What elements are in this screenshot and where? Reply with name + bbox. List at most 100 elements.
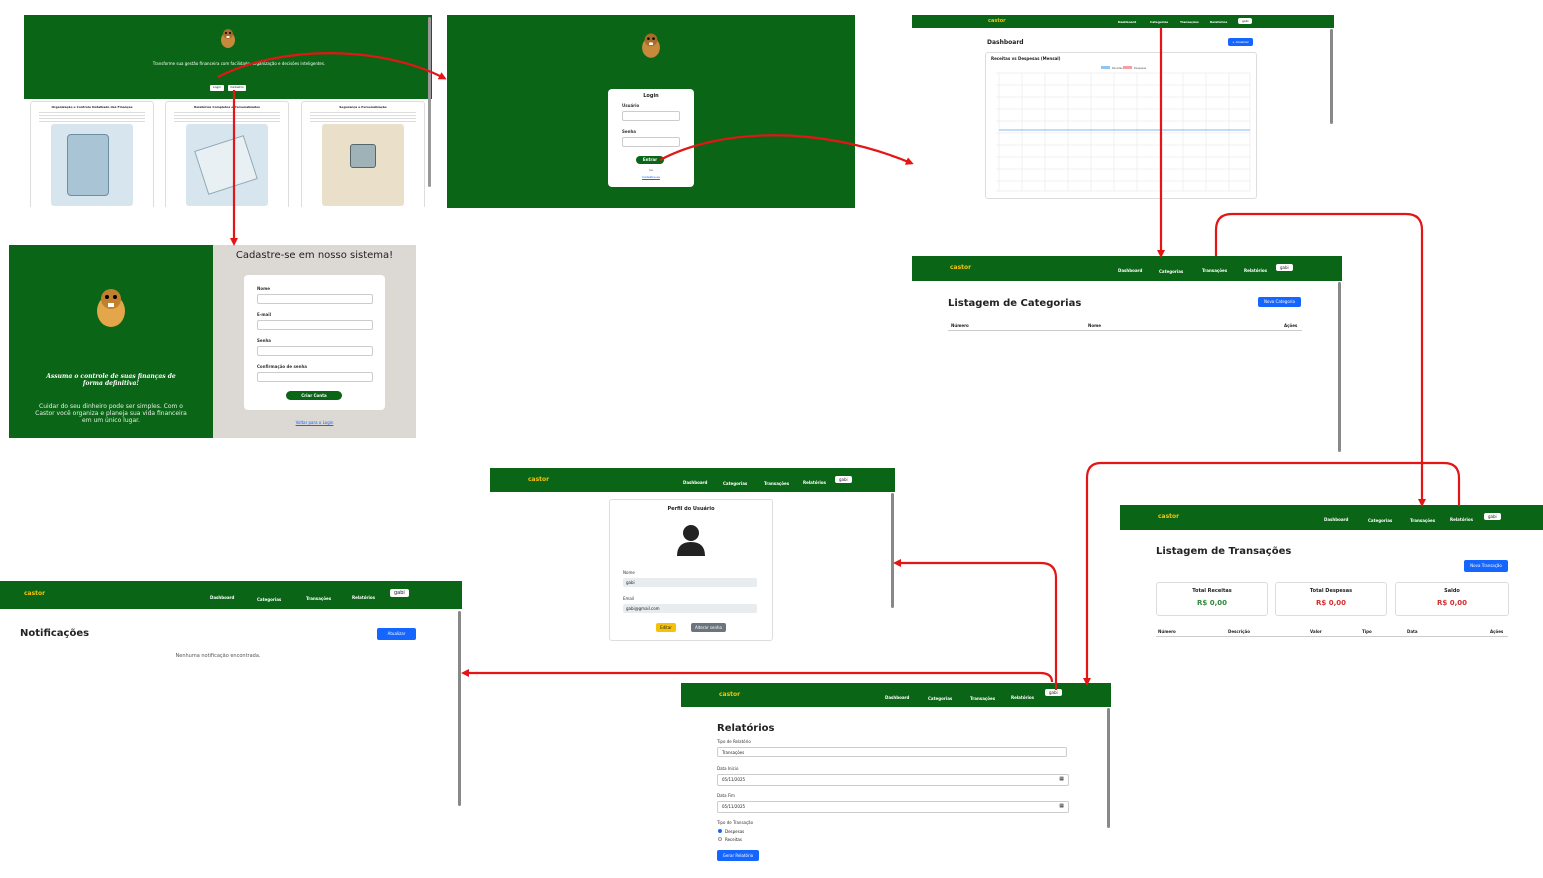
calendar-icon[interactable]: ▦ (1059, 776, 1064, 782)
start-date-input[interactable]: 05/11/2025 ▦ (717, 774, 1069, 786)
nav-relatorios[interactable]: Relatórios (1210, 20, 1227, 24)
new-category-button[interactable]: Nova Categoria (1258, 297, 1301, 307)
nav-relatorios[interactable]: Relatórios (1011, 695, 1034, 700)
empty-notifications-text: Nenhuma notificação encontrada. (175, 653, 261, 659)
nav-transacoes[interactable]: Transações (306, 596, 331, 601)
scrollbar[interactable] (891, 493, 894, 608)
refresh-notifications-button[interactable]: Atualizar (377, 628, 416, 640)
scrollbar[interactable] (1330, 29, 1333, 124)
profile-card: Perfil do Usuário Nome gabi Email gabi@g… (609, 499, 773, 641)
nav-categorias[interactable]: Categorias (1150, 20, 1168, 24)
scrollbar[interactable] (458, 611, 461, 806)
nav-relatorios[interactable]: Relatórios (1450, 517, 1473, 522)
nav-transacoes[interactable]: Transações (1180, 20, 1199, 24)
back-to-login-link[interactable]: Voltar para o Login (244, 420, 385, 425)
nav-transacoes[interactable]: Transações (1202, 268, 1227, 273)
report-type-select[interactable]: Transações (717, 747, 1067, 757)
radio-receitas[interactable] (718, 837, 722, 841)
nav-dashboard[interactable]: Dashboard (210, 595, 234, 600)
top-navbar: castor Dashboard Categorias Transações R… (681, 683, 1111, 707)
castor-logo[interactable]: castor (719, 691, 740, 698)
top-navbar: castor Dashboard Categorias Transações R… (1120, 505, 1543, 530)
nav-categorias[interactable]: Categorias (257, 597, 281, 602)
castor-logo[interactable]: castor (1158, 513, 1179, 520)
scrollbar[interactable] (428, 17, 431, 187)
register-link[interactable]: Cadastre-se (608, 175, 694, 179)
padlock-icon (350, 144, 376, 168)
password-input[interactable] (257, 346, 373, 356)
scrollbar[interactable] (1338, 282, 1341, 452)
username-input[interactable] (622, 111, 680, 121)
register-description: Cuidar do seu dinheiro pode ser simples.… (35, 403, 187, 424)
edit-profile-button[interactable]: Editar (656, 623, 676, 632)
nav-dashboard[interactable]: Dashboard (885, 695, 909, 700)
email-input[interactable] (257, 320, 373, 330)
new-transaction-button[interactable]: Nova Transação (1464, 560, 1508, 572)
nav-dashboard[interactable]: Dashboard (1118, 268, 1142, 273)
col-valor: Valor (1310, 629, 1322, 634)
calendar-icon[interactable]: ▦ (1059, 803, 1064, 809)
end-date-input[interactable]: 05/11/2025 ▦ (717, 801, 1069, 813)
landing-hero: Transforme sua gestão financeira com fac… (24, 15, 432, 99)
nav-categorias[interactable]: Categorias (1368, 518, 1392, 523)
saldo-label: Saldo (1444, 588, 1460, 594)
nav-transacoes[interactable]: Transações (1410, 518, 1435, 523)
chart-plot: Receitas Despesas (996, 66, 1251, 192)
confirm-password-input[interactable] (257, 372, 373, 382)
dashboard-refresh-button[interactable]: + Atualizar (1228, 38, 1253, 46)
legend-swatch-receitas (1101, 66, 1110, 69)
user-dropdown[interactable]: gabi (835, 476, 852, 483)
login-screen: Login Usuário Senha Entrar ou Cadastre-s… (447, 15, 855, 208)
landing-register-button[interactable]: Cadastro (228, 85, 246, 91)
nav-dashboard[interactable]: Dashboard (1324, 517, 1348, 522)
nav-categorias[interactable]: Categorias (1159, 269, 1183, 274)
nav-categorias[interactable]: Categorias (723, 481, 747, 486)
generate-report-button[interactable]: Gerar Relatório (717, 850, 759, 861)
dashboard-screen: castor Dashboard Categorias Transações R… (912, 15, 1334, 208)
notificacoes-title: Notificações (20, 628, 90, 639)
transaction-type-label: Tipo de Transação (717, 820, 754, 825)
scrollbar[interactable] (1107, 708, 1110, 828)
user-dropdown[interactable]: gabi (1045, 689, 1062, 696)
notificacoes-screen: castor Dashboard Categorias Transações R… (0, 581, 462, 809)
change-password-button[interactable]: Alterar senha (691, 623, 726, 632)
total-despesas-label: Total Despesas (1309, 588, 1353, 594)
radio-despesas[interactable] (718, 829, 722, 833)
feature-card-title: Organização e Controle Detalhado das Fin… (51, 105, 133, 109)
col-acoes: Ações (1490, 629, 1504, 634)
perfil-screen: castor Dashboard Categorias Transações R… (490, 468, 895, 656)
nav-relatorios[interactable]: Relatórios (803, 480, 826, 485)
saldo-value: R$ 0,00 (1437, 599, 1467, 607)
calculator-icon (67, 134, 109, 196)
nav-relatorios[interactable]: Relatórios (352, 595, 375, 600)
user-dropdown[interactable]: gabi (390, 589, 409, 597)
col-numero: Número (1158, 629, 1176, 634)
register-screen: Assuma o controle de suas finanças de fo… (9, 245, 416, 438)
user-dropdown[interactable]: gabi (1276, 264, 1293, 271)
login-submit-button[interactable]: Entrar (636, 156, 664, 164)
name-input[interactable] (257, 294, 373, 304)
castor-logo[interactable]: castor (950, 264, 971, 271)
profile-name-label: Nome (623, 570, 635, 575)
feature-card-text (174, 112, 280, 122)
user-dropdown[interactable]: gabi (1484, 513, 1501, 520)
landing-login-button[interactable]: Login (210, 85, 224, 91)
start-date-label: Data Início (717, 766, 739, 771)
arrow-relatorios-to-notificacoes (461, 669, 1054, 683)
create-account-button[interactable]: Criar Conta (286, 391, 342, 400)
radio-receitas-label: Receitas (725, 837, 742, 842)
username-label: Usuário (622, 103, 640, 108)
nav-dashboard[interactable]: Dashboard (683, 480, 707, 485)
nav-relatorios[interactable]: Relatórios (1244, 268, 1267, 273)
top-navbar: castor Dashboard Categorias Transações R… (490, 468, 895, 492)
chart-grid (996, 72, 1251, 192)
user-dropdown[interactable]: gabi (1238, 18, 1253, 24)
castor-logo[interactable]: castor (988, 18, 1006, 24)
castor-logo[interactable]: castor (24, 590, 45, 597)
castor-logo[interactable]: castor (528, 476, 549, 483)
nav-transacoes[interactable]: Transações (764, 481, 789, 486)
nav-categorias[interactable]: Categorias (928, 696, 952, 701)
nav-transacoes[interactable]: Transações (970, 696, 995, 701)
password-input[interactable] (622, 137, 680, 147)
nav-dashboard[interactable]: Dashboard (1118, 20, 1136, 24)
